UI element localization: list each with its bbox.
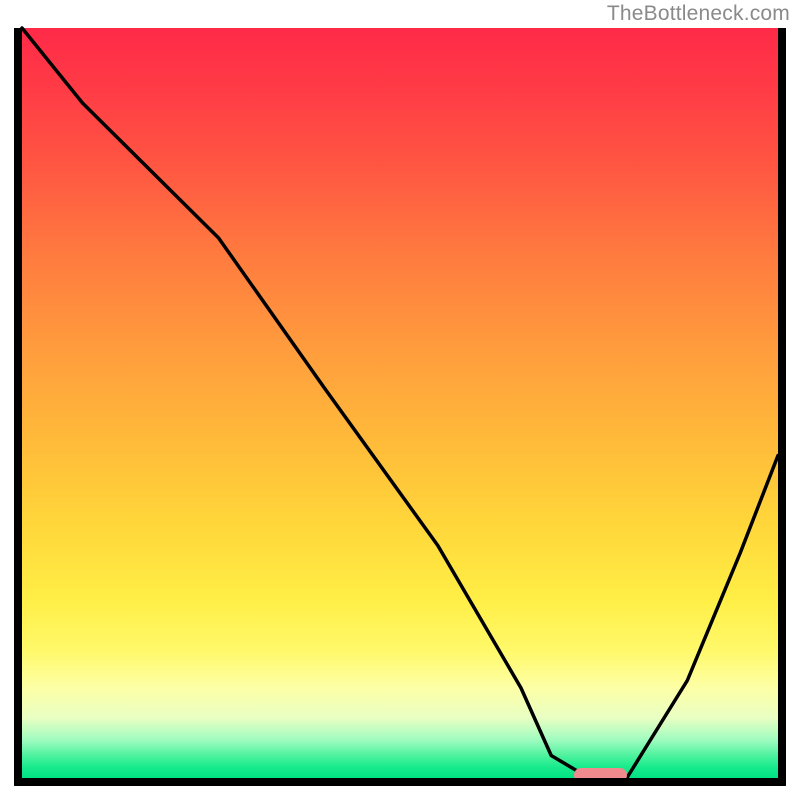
attribution-text: TheBottleneck.com [607,2,790,26]
bottleneck-curve [22,28,778,778]
optimal-range-marker [574,768,627,782]
